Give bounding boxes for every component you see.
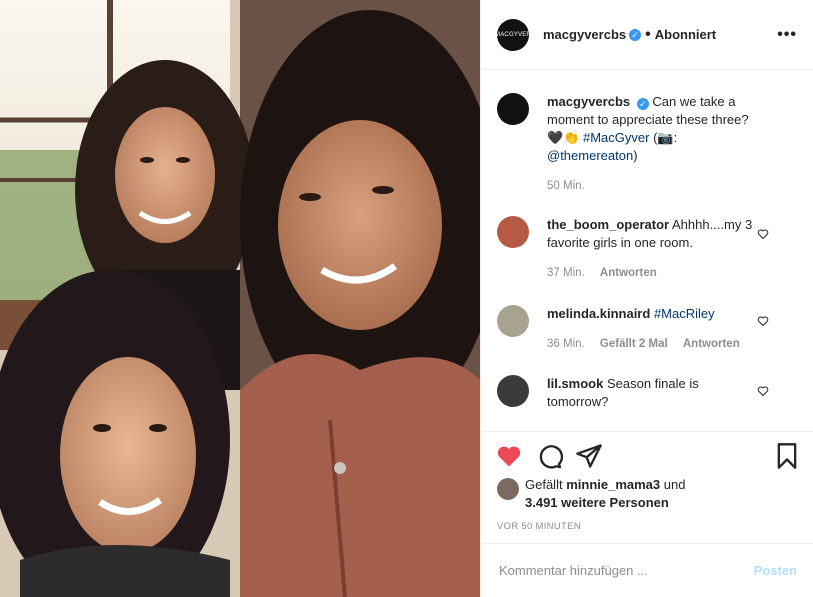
- comment-time[interactable]: 37 Min.: [547, 267, 585, 279]
- bookmark-icon[interactable]: [773, 442, 801, 470]
- caption-meta: 50 Min.: [547, 177, 757, 195]
- comment-item: lil.smook Season finale is tomorrow?: [497, 375, 797, 411]
- caption-credit-suffix: ): [633, 148, 638, 163]
- add-comment-bar: Posten: [481, 543, 813, 597]
- likes-prefix: Gefällt: [525, 477, 563, 492]
- post-sidebar: MACGYVER macgyvercbs ✓ • Abonniert ••• m…: [480, 0, 813, 597]
- liker-avatar[interactable]: [497, 478, 519, 500]
- instagram-post: MACGYVER macgyvercbs ✓ • Abonniert ••• m…: [0, 0, 813, 597]
- caption-hashtag[interactable]: #MacGyver: [583, 130, 649, 145]
- comment-meta: 36 Min. Gefällt 2 Mal Antworten: [547, 335, 757, 353]
- avatar-logo-text: MACGYVER: [495, 31, 531, 38]
- post-timestamp[interactable]: VOR 50 MINUTEN: [497, 521, 581, 532]
- comment-time[interactable]: 36 Min.: [547, 338, 585, 350]
- caption-time[interactable]: 50 Min.: [547, 180, 585, 192]
- liker-username[interactable]: minnie_mama3: [566, 477, 660, 492]
- verified-icon: ✓: [636, 98, 649, 110]
- comment-username[interactable]: melinda.kinnaird: [547, 306, 650, 321]
- caption-credit-prefix: (📷:: [653, 130, 678, 145]
- account-avatar[interactable]: MACGYVER: [495, 18, 531, 51]
- caption: macgyvercbs ✓ Can we take a moment to ap…: [497, 93, 797, 195]
- like-heart-icon[interactable]: [495, 442, 523, 470]
- comment-meta: 37 Min. Antworten: [547, 264, 757, 282]
- comment-item: melinda.kinnaird #MacRiley 36 Min. Gefäl…: [497, 305, 797, 353]
- caption-mention[interactable]: @themereaton: [547, 148, 633, 163]
- photo-illustration: [0, 0, 480, 597]
- comment-avatar[interactable]: [497, 375, 529, 407]
- likes-summary: Gefällt minnie_mama3 und 3.491 weitere P…: [497, 476, 797, 512]
- comment-username[interactable]: lil.smook: [547, 376, 603, 391]
- post-photo[interactable]: [0, 0, 480, 597]
- action-bar: [481, 431, 813, 480]
- follow-status-button[interactable]: Abonniert: [655, 27, 716, 42]
- reply-button[interactable]: Antworten: [683, 338, 740, 350]
- comment-item: the_boom_operator Ahhhh....my 3 favorite…: [497, 216, 797, 282]
- post-header: MACGYVER macgyvercbs ✓ • Abonniert •••: [481, 0, 813, 70]
- comment-like-heart-icon[interactable]: [757, 315, 769, 327]
- likes-middle: und: [663, 477, 686, 492]
- comment-hashtag[interactable]: #MacRiley: [654, 306, 715, 321]
- comment-avatar[interactable]: [497, 305, 529, 337]
- comment-avatar[interactable]: [497, 216, 529, 248]
- comment-username[interactable]: the_boom_operator: [547, 217, 669, 232]
- caption-avatar[interactable]: [497, 93, 529, 125]
- likes-count-link[interactable]: 3.491 weitere Personen: [525, 495, 669, 510]
- caption-username[interactable]: macgyvercbs: [547, 94, 630, 109]
- reply-button[interactable]: Antworten: [600, 267, 657, 279]
- post-comment-button[interactable]: Posten: [754, 563, 797, 578]
- header-username[interactable]: macgyvercbs: [543, 27, 626, 42]
- verified-icon: ✓: [629, 28, 642, 41]
- caption-emoji: 🖤👏: [547, 130, 580, 145]
- share-paper-plane-icon[interactable]: [575, 442, 603, 470]
- more-options-icon[interactable]: •••: [777, 26, 797, 44]
- comment-likes-count[interactable]: Gefällt 2 Mal: [600, 338, 668, 350]
- comment-like-heart-icon[interactable]: [757, 385, 769, 397]
- comment-input[interactable]: [497, 562, 754, 579]
- header-separator: •: [645, 25, 651, 43]
- comments-scroll[interactable]: macgyvercbs ✓ Can we take a moment to ap…: [481, 71, 813, 431]
- comment-bubble-icon[interactable]: [535, 442, 563, 470]
- comment-like-heart-icon[interactable]: [757, 228, 769, 240]
